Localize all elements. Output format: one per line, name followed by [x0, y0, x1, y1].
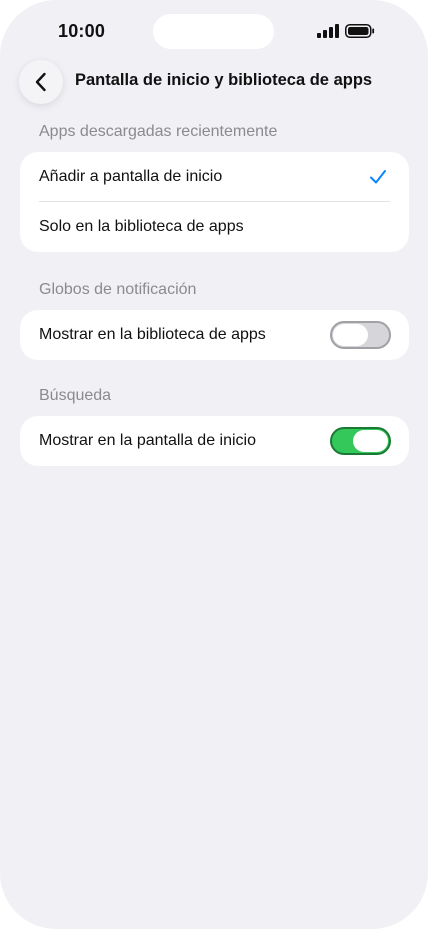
checkmark-icon — [370, 170, 386, 184]
cellular-signal-icon — [317, 24, 339, 38]
back-button[interactable] — [19, 60, 63, 104]
row-show-on-home-screen: Mostrar en la pantalla de inicio — [20, 416, 409, 466]
toggle-knob — [333, 324, 368, 346]
row-label: Mostrar en la biblioteca de apps — [39, 326, 266, 343]
row-label: Mostrar en la pantalla de inicio — [39, 432, 257, 449]
section-header-notification-badges: Globos de notificación — [39, 281, 197, 298]
status-time: 10:00 — [58, 21, 106, 41]
section-header-search: Búsqueda — [39, 387, 112, 404]
battery-icon — [345, 24, 375, 38]
option-label: Añadir a pantalla de inicio — [39, 168, 223, 185]
show-on-home-screen-toggle[interactable] — [330, 427, 391, 455]
chevron-left-icon — [35, 72, 46, 92]
phone-screen: 10:00 Pantalla de inicio y biblioteca de… — [0, 0, 428, 929]
option-label: Solo en la biblioteca de apps — [39, 218, 244, 235]
notification-badges-group: Mostrar en la biblioteca de apps — [20, 310, 409, 360]
section-header-recent-downloads: Apps descargadas recientemente — [39, 123, 278, 140]
row-show-in-app-library: Mostrar en la biblioteca de apps — [20, 310, 409, 360]
show-in-app-library-toggle[interactable] — [330, 321, 391, 349]
search-group: Mostrar en la pantalla de inicio — [20, 416, 409, 466]
dynamic-island — [153, 14, 274, 49]
option-add-to-home-screen[interactable]: Añadir a pantalla de inicio — [20, 152, 409, 202]
option-app-library-only[interactable]: Solo en la biblioteca de apps — [20, 202, 409, 252]
recent-downloads-group: Añadir a pantalla de inicio Solo en la b… — [20, 152, 409, 252]
page-title: Pantalla de inicio y biblioteca de apps — [75, 71, 373, 89]
toggle-knob — [353, 430, 388, 452]
